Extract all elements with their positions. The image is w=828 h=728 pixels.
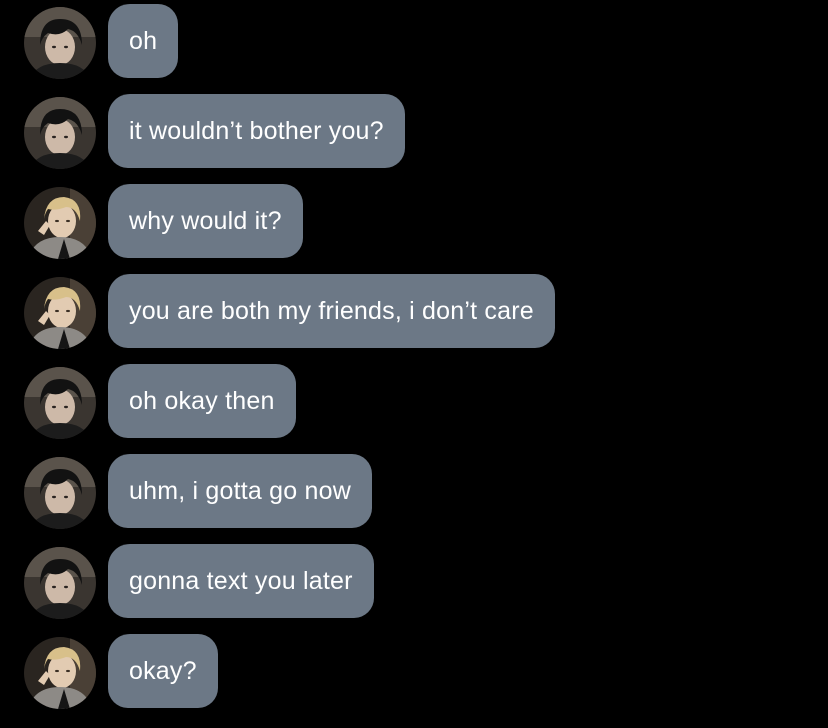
dark-haired-contact-avatar[interactable] <box>24 547 96 619</box>
message-row: uhm, i gotta go now <box>0 454 828 544</box>
dark-haired-contact-avatar[interactable] <box>24 367 96 439</box>
avatar-photo <box>24 277 96 349</box>
dark-haired-contact-avatar[interactable] <box>24 457 96 529</box>
avatar-photo <box>24 367 96 439</box>
avatar-photo <box>24 457 96 529</box>
message-bubble[interactable]: oh okay then <box>108 364 296 438</box>
message-bubble[interactable]: oh <box>108 4 179 78</box>
message-bubble[interactable]: it wouldn’t bother you? <box>108 94 405 168</box>
message-row: why would it? <box>0 184 828 274</box>
blond-contact-avatar[interactable] <box>24 187 96 259</box>
message-row: it wouldn’t bother you? <box>0 94 828 184</box>
dark-haired-contact-avatar[interactable] <box>24 97 96 169</box>
avatar-photo <box>24 7 96 79</box>
avatar-photo <box>24 187 96 259</box>
avatar-photo <box>24 547 96 619</box>
message-row: gonna text you later <box>0 544 828 634</box>
message-bubble[interactable]: uhm, i gotta go now <box>108 454 372 528</box>
message-row: okay? <box>0 634 828 724</box>
blond-contact-avatar[interactable] <box>24 637 96 709</box>
message-bubble[interactable]: you are both my friends, i don’t care <box>108 274 555 348</box>
dark-haired-contact-avatar[interactable] <box>24 7 96 79</box>
message-bubble[interactable]: okay? <box>108 634 218 708</box>
message-bubble[interactable]: why would it? <box>108 184 303 258</box>
message-row: you are both my friends, i don’t care <box>0 274 828 364</box>
message-bubble[interactable]: gonna text you later <box>108 544 374 618</box>
avatar-photo <box>24 97 96 169</box>
message-row: oh okay then <box>0 364 828 454</box>
chat-thread: oh it wouldn’t bother you? why would it?… <box>0 4 828 724</box>
message-row: oh <box>0 4 828 94</box>
blond-contact-avatar[interactable] <box>24 277 96 349</box>
avatar-photo <box>24 637 96 709</box>
